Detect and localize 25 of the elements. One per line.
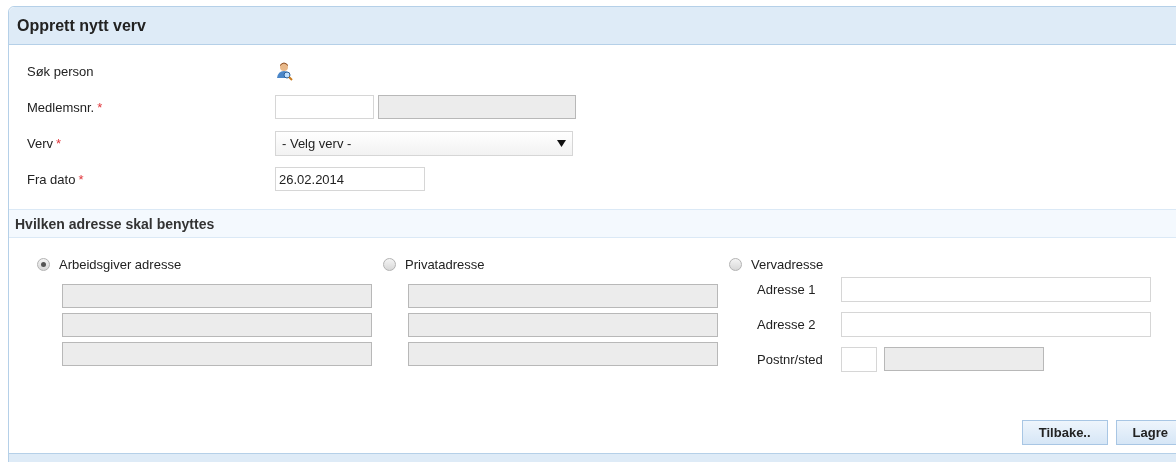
dropdown[interactable]: - Velg verv -: [275, 130, 573, 156]
field-label: Medlemsnr. *: [27, 99, 104, 115]
section-title: Hvilken adresse skal benyttes: [15, 215, 215, 232]
radio-option[interactable]: Privatadresse: [383, 254, 729, 274]
field-label: Fra dato *: [27, 171, 85, 187]
caret-icon: [557, 139, 566, 147]
person-search-icon[interactable]: [275, 61, 295, 81]
field-label: Postnr/sted: [757, 351, 824, 367]
radio-button[interactable]: [383, 257, 396, 271]
panel-title: Opprett nytt verv: [17, 16, 146, 35]
radio-button[interactable]: [729, 257, 742, 271]
field-label: Verv *: [27, 135, 63, 151]
radio-button[interactable]: [37, 257, 50, 271]
save-button[interactable]: Lagre: [1115, 420, 1176, 445]
radio-option[interactable]: Vervadresse: [729, 254, 1075, 274]
postal-code-field[interactable]: [841, 346, 877, 372]
address-field[interactable]: [841, 276, 1151, 302]
address-field[interactable]: [841, 311, 1151, 337]
back-button[interactable]: Tilbake..: [1021, 420, 1108, 445]
radio-option[interactable]: Arbeidsgiver adresse: [37, 254, 383, 274]
field-label: Adresse 2: [757, 316, 817, 332]
input-field[interactable]: [275, 95, 374, 119]
date-field[interactable]: 26.02.2014: [275, 167, 425, 191]
field-label: Søk person: [27, 63, 95, 79]
field-label: Adresse 1: [757, 281, 817, 297]
